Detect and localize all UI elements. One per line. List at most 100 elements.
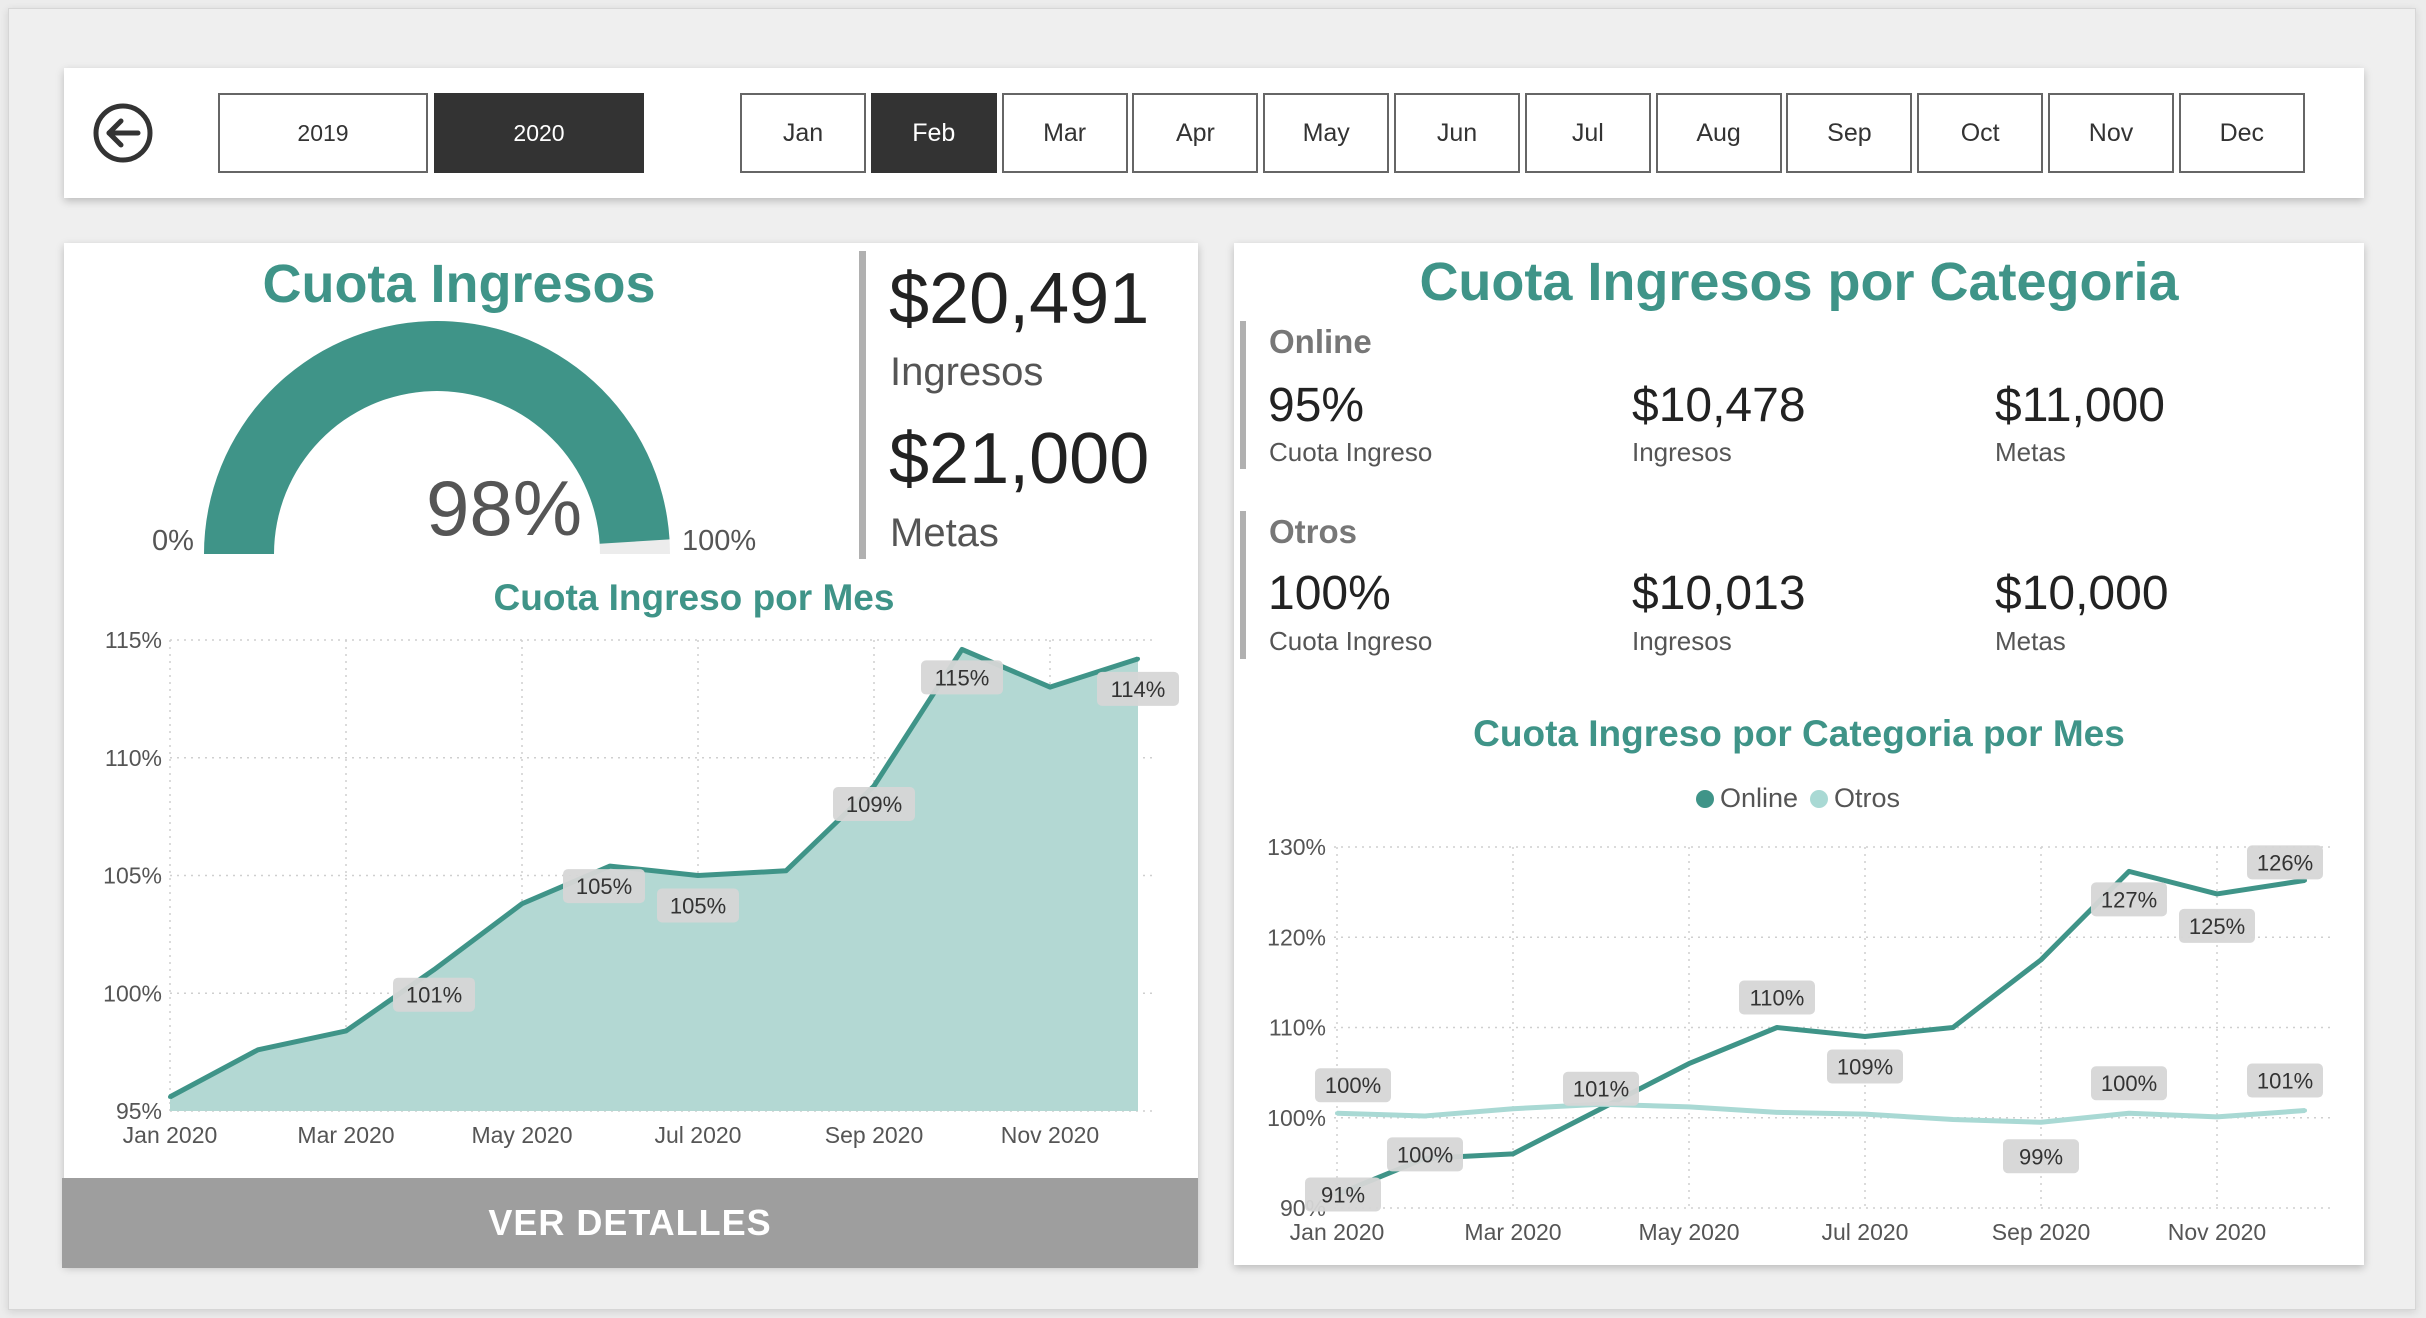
chart1-point[interactable]: [168, 1094, 172, 1099]
chart1-x-tick: May 2020: [471, 1122, 572, 1148]
chart2-point-otros[interactable]: [1511, 1106, 1515, 1111]
svg-text:105%: 105%: [670, 894, 726, 919]
chart1-y-tick: 95%: [116, 1098, 162, 1124]
svg-text:100%: 100%: [2101, 1071, 2157, 1096]
chart2-point-online[interactable]: [2127, 869, 2131, 874]
month-button-may[interactable]: May: [1263, 93, 1390, 173]
month-button-jul[interactable]: Jul: [1524, 93, 1651, 173]
chart1-y-tick: 100%: [103, 980, 162, 1006]
ver-detalles-button[interactable]: VER DETALLES: [62, 1178, 1198, 1268]
chart2-point-online[interactable]: [1951, 1025, 1955, 1030]
chart1-point[interactable]: [1048, 685, 1052, 690]
otros-metas-label: Metas: [1995, 626, 2066, 656]
svg-text:109%: 109%: [846, 792, 902, 817]
otros-ingresos: $10,013: [1632, 567, 1806, 620]
legend-dot-otros: [1810, 789, 1829, 808]
month-button-mar[interactable]: Mar: [1001, 93, 1128, 173]
chart2-x-tick: May 2020: [1638, 1219, 1739, 1245]
chart1-data-label: 105%: [563, 869, 645, 904]
kpi-divider: [859, 251, 866, 559]
metas-value: $21,000: [889, 419, 1150, 499]
chart2-data-label-online: 109%: [1827, 1049, 1903, 1084]
online-name: Online: [1269, 323, 1372, 360]
online-metas: $11,000: [1995, 379, 2165, 432]
chart2-point-otros[interactable]: [1335, 1111, 1339, 1116]
chart1-y-tick: 105%: [103, 863, 162, 889]
month-button-feb[interactable]: Feb: [870, 93, 997, 173]
month-button-jun[interactable]: Jun: [1394, 93, 1520, 173]
chart2-point-otros[interactable]: [2215, 1114, 2219, 1119]
otros-metas: $10,000: [1995, 567, 2169, 620]
chart-title-mes: Cuota Ingreso por Mes: [493, 577, 895, 618]
svg-text:115%: 115%: [935, 665, 990, 690]
cuota-categoria-card: Cuota Ingresos por Categoria Online 95% …: [1234, 243, 2364, 1265]
chart2-point-otros[interactable]: [1775, 1110, 1779, 1115]
month-button-oct[interactable]: Oct: [1917, 93, 2044, 173]
svg-text:110%: 110%: [1750, 986, 1805, 1011]
chart1-point[interactable]: [960, 647, 964, 652]
chart1-data-label: 101%: [393, 977, 475, 1012]
chart2-y-tick: 130%: [1267, 834, 1326, 860]
chart2-point-online[interactable]: [1511, 1151, 1515, 1156]
svg-text:127%: 127%: [2101, 887, 2157, 912]
chart2-point-otros[interactable]: [1863, 1112, 1867, 1117]
legend-online[interactable]: Online: [1720, 783, 1798, 814]
gauge-value: 98%: [425, 464, 583, 552]
chart1-y-tick: 115%: [105, 627, 162, 653]
chart1-point[interactable]: [344, 1028, 348, 1033]
year-button-2019[interactable]: 2019: [218, 93, 428, 173]
chart1-x-tick: Sep 2020: [825, 1122, 923, 1148]
chart2-point-online[interactable]: [2215, 891, 2219, 896]
chart1-data-label: 105%: [657, 888, 739, 923]
chart1-area: [170, 649, 1138, 1111]
svg-text:109%: 109%: [1837, 1055, 1893, 1080]
chart2-point-online[interactable]: [1863, 1034, 1867, 1039]
chart2-point-online[interactable]: [1775, 1025, 1779, 1030]
chart1-point[interactable]: [1136, 656, 1140, 661]
chart1-point[interactable]: [696, 873, 700, 878]
chart1-point[interactable]: [256, 1047, 260, 1052]
chart2-data-label-online: 127%: [2091, 882, 2167, 917]
chart2-point-online[interactable]: [1687, 1061, 1691, 1066]
chart1-point[interactable]: [520, 901, 524, 906]
chart2-line-otros: [1336, 1101, 2306, 1125]
chart1-x-tick: Mar 2020: [297, 1122, 394, 1148]
chart1-point[interactable]: [784, 868, 788, 873]
chart2-point-otros[interactable]: [2127, 1111, 2131, 1116]
chart1-point[interactable]: [432, 967, 436, 972]
month-button-apr[interactable]: Apr: [1132, 93, 1259, 173]
ingresos-value: $20,491: [889, 259, 1150, 339]
chart1-data-label: 114%: [1097, 671, 1179, 706]
chart2-x-tick: Jan 2020: [1290, 1219, 1385, 1245]
year-button-2020[interactable]: 2020: [434, 93, 644, 173]
chart2-x-tick: Mar 2020: [1464, 1219, 1561, 1245]
chart2-line-online: [1336, 868, 2306, 1197]
otros-divider: [1240, 511, 1246, 659]
chart2-point-otros[interactable]: [2039, 1120, 2043, 1125]
chart2-point-otros[interactable]: [1423, 1113, 1427, 1118]
svg-text:126%: 126%: [2257, 850, 2313, 875]
chart2-point-otros[interactable]: [1951, 1117, 1955, 1122]
month-button-jan[interactable]: Jan: [740, 93, 866, 173]
month-button-nov[interactable]: Nov: [2048, 93, 2174, 173]
month-button-aug[interactable]: Aug: [1655, 93, 1782, 173]
chart1-y-tick: 110%: [105, 745, 162, 771]
chart2-x-tick: Jul 2020: [1822, 1219, 1909, 1245]
legend-otros[interactable]: Otros: [1834, 783, 1900, 814]
chart2-point-online[interactable]: [1599, 1106, 1603, 1111]
month-button-sep[interactable]: Sep: [1786, 93, 1913, 173]
chart1-data-label: 115%: [921, 660, 1003, 695]
month-button-dec[interactable]: Dec: [2178, 93, 2305, 173]
chart2-data-label-otros: 99%: [2003, 1139, 2079, 1174]
chart2-data-label-online: 125%: [2179, 908, 2255, 943]
chart2-point-online[interactable]: [2039, 957, 2043, 962]
chart2-point-otros[interactable]: [2303, 1108, 2307, 1113]
gauge-min-label: 0%: [152, 525, 194, 557]
chart2-data-label-otros: 100%: [2091, 1066, 2167, 1101]
chart2-point-otros[interactable]: [1687, 1104, 1691, 1109]
chart2-data-label-online: 126%: [2247, 845, 2323, 880]
chart1-point[interactable]: [608, 864, 612, 869]
gauge-max-label: 100%: [682, 525, 757, 557]
back-arrow-icon[interactable]: [92, 102, 154, 164]
svg-text:91%: 91%: [1321, 1182, 1365, 1207]
